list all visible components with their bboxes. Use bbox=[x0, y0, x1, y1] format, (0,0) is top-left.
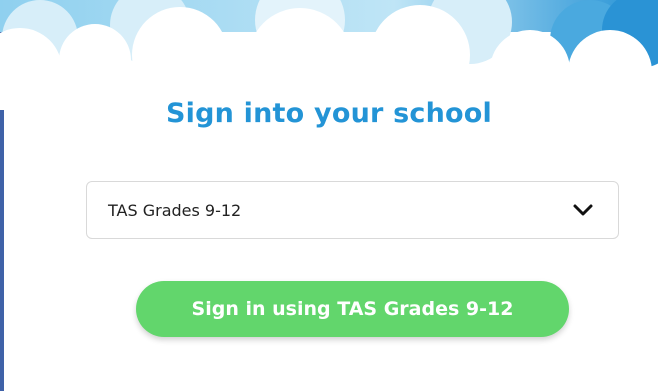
signin-page: Sign into your school TAS Grades 9-12 Si… bbox=[0, 0, 658, 391]
signin-button[interactable]: Sign in using TAS Grades 9-12 bbox=[136, 281, 569, 337]
clouds-icon bbox=[0, 0, 658, 110]
chevron-down-icon bbox=[573, 204, 593, 216]
school-select-value: TAS Grades 9-12 bbox=[108, 201, 242, 220]
school-select[interactable]: TAS Grades 9-12 bbox=[86, 181, 619, 239]
page-title: Sign into your school bbox=[166, 98, 492, 129]
